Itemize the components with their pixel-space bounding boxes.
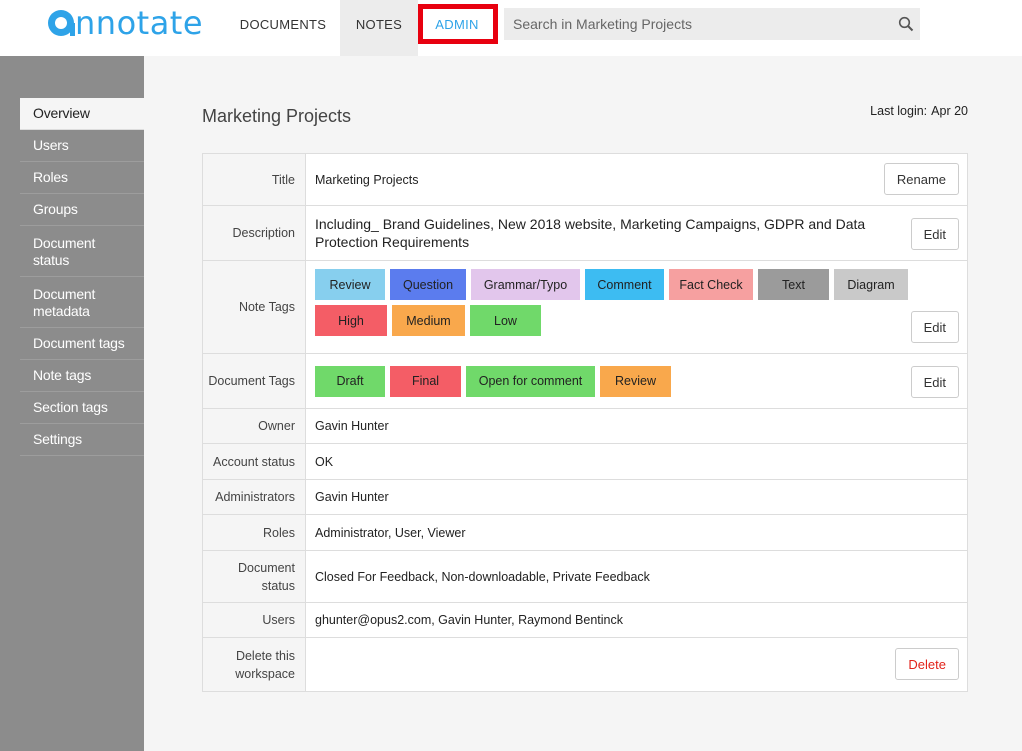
logo-a-icon [48,10,75,36]
tag-chip[interactable]: Fact Check [669,269,753,300]
tag-chip[interactable]: Comment [585,269,664,300]
row-value-cell: Delete [306,638,967,691]
edit-description-button[interactable]: Edit [910,218,959,250]
last-login: Last login: Apr 20 [870,104,968,118]
nav-tab-admin[interactable]: ADMIN [418,0,496,48]
row-label: Document Tags [203,354,306,408]
owner-value: Gavin Hunter [315,419,389,433]
row-value-cell: Marketing Projects Rename [306,154,967,205]
annotate-logo[interactable]: nnotate [48,6,203,40]
row-label: Administrators [203,480,306,514]
logo-text: nnotate [75,4,204,42]
top-bar: nnotate DOCUMENTS NOTES ADMIN [0,0,1022,56]
document-status-value: Closed For Feedback, Non-downloadable, P… [315,569,650,584]
note-tags-list: Review Question Grammar/Typo Comment Fact Ch… [315,269,915,336]
row-owner: Owner Gavin Hunter [203,409,967,444]
row-administrators: Administrators Gavin Hunter [203,480,967,515]
row-title: Title Marketing Projects Rename [203,154,967,206]
search-icon[interactable] [898,16,914,32]
row-note-tags: Note Tags Review Question Grammar/Typo Comm… [203,261,967,354]
nav-tab-notes[interactable]: NOTES [340,0,418,56]
overview-table: Title Marketing Projects Rename Descript… [202,153,968,692]
edit-document-tags-button[interactable]: Edit [910,366,959,398]
row-value-cell: Review Question Grammar/Typo Comment Fact Ch… [306,261,967,353]
row-label: Note Tags [203,261,306,353]
sidebar-item-settings[interactable]: Settings [20,424,144,456]
row-label: Document status [203,551,306,602]
tag-chip[interactable]: Final [390,365,461,397]
sidebar-item-document-status[interactable]: Document status [20,226,144,277]
tag-chip[interactable]: Text [758,269,829,300]
tag-chip[interactable]: Question [390,269,466,300]
tag-chip[interactable]: Open for comment [466,365,595,397]
row-label: Delete this workspace [203,638,306,691]
sidebar-item-users[interactable]: Users [20,130,144,162]
row-value-cell: Draft Final Open for comment Review Edit [306,354,967,408]
search-bar [504,8,920,40]
row-label: Account status [203,444,306,479]
delete-workspace-button[interactable]: Delete [895,648,959,680]
row-label: Description [203,206,306,260]
row-roles: Roles Administrator, User, Viewer [203,515,967,551]
title-value: Marketing Projects [315,172,419,187]
tag-chip[interactable]: Diagram [834,269,908,300]
tag-chip[interactable]: Review [600,365,671,397]
rename-button[interactable]: Rename [883,163,959,195]
row-account-status: Account status OK [203,444,967,480]
tag-chip[interactable]: High [315,305,387,336]
sidebar-item-overview[interactable]: Overview [20,98,144,130]
account-status-value: OK [315,454,334,469]
sidebar-item-section-tags[interactable]: Section tags [20,392,144,424]
row-value-cell: Including_ Brand Guidelines, New 2018 we… [306,206,967,260]
row-document-status: Document status Closed For Feedback, Non… [203,551,967,603]
row-description: Description Including_ Brand Guidelines,… [203,206,967,261]
sidebar-item-document-metadata[interactable]: Document metadata [20,277,144,328]
sidebar-item-roles[interactable]: Roles [20,162,144,194]
sidebar: Overview Users Roles Groups Document sta… [0,56,144,751]
row-delete-workspace: Delete this workspace Delete [203,638,967,691]
page-title: Marketing Projects [202,106,352,126]
row-label: Roles [203,515,306,550]
row-label: Owner [203,409,306,443]
tag-chip[interactable]: Low [470,305,541,336]
last-login-value: Apr 20 [931,104,968,118]
sidebar-menu: Overview Users Roles Groups Document sta… [20,98,144,456]
users-value: ghunter@opus2.com, Gavin Hunter, Raymond… [315,613,623,627]
sidebar-item-groups[interactable]: Groups [20,194,144,226]
nav-tab-documents[interactable]: DOCUMENTS [230,0,336,48]
row-label: Users [203,603,306,637]
tag-chip[interactable]: Grammar/Typo [471,269,580,300]
search-input[interactable] [504,8,884,40]
row-document-tags: Document Tags Draft Final Open for comment… [203,354,967,409]
row-users: Users ghunter@opus2.com, Gavin Hunter, R… [203,603,967,638]
document-tags-list: Draft Final Open for comment Review [315,365,915,397]
row-label: Title [203,154,306,205]
roles-value: Administrator, User, Viewer [315,525,466,540]
sidebar-item-document-tags[interactable]: Document tags [20,328,144,360]
tag-chip[interactable]: Draft [315,365,385,397]
description-value: Including_ Brand Guidelines, New 2018 we… [315,216,866,250]
edit-note-tags-button[interactable]: Edit [910,311,959,343]
administrators-value: Gavin Hunter [315,490,389,504]
sidebar-item-note-tags[interactable]: Note tags [20,360,144,392]
last-login-label: Last login: [870,104,928,118]
tag-chip[interactable]: Review [315,269,385,300]
tag-chip[interactable]: Medium [392,305,465,336]
